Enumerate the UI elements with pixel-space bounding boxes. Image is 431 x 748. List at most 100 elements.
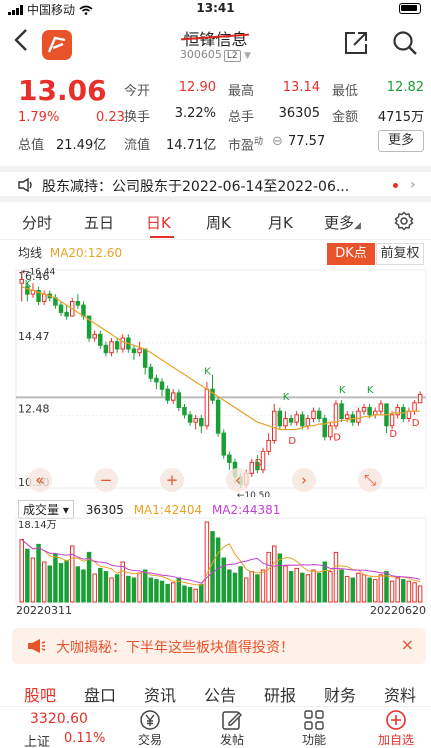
candle-body bbox=[221, 432, 226, 456]
tab-five-day[interactable]: 五日 bbox=[84, 212, 114, 233]
volume-bar bbox=[300, 572, 305, 603]
volume-bar bbox=[344, 575, 350, 603]
edit-icon bbox=[222, 711, 242, 730]
volume-bar bbox=[294, 567, 299, 603]
share-button[interactable] bbox=[343, 30, 369, 60]
candle-body bbox=[142, 348, 148, 368]
candle-body bbox=[361, 407, 367, 412]
candle-body bbox=[389, 414, 395, 427]
volume-bar bbox=[81, 569, 86, 603]
volume-max-label: 18.14万 bbox=[18, 520, 57, 531]
next-icon: › bbox=[301, 471, 307, 489]
search-button[interactable] bbox=[392, 30, 418, 60]
volume-bar bbox=[109, 577, 114, 603]
candle-body bbox=[131, 348, 137, 354]
volume-bar bbox=[283, 565, 288, 603]
volume-bar bbox=[98, 567, 103, 603]
tab-more-label: 更多 bbox=[324, 214, 355, 232]
candle-body bbox=[92, 333, 97, 339]
volume-bar bbox=[193, 588, 198, 603]
nav-post[interactable]: 发帖 bbox=[202, 707, 262, 748]
volume-bar bbox=[64, 559, 69, 603]
volume-chart[interactable]: 18.14万 bbox=[0, 516, 431, 604]
amount-label: 金额 bbox=[332, 110, 359, 125]
ma20-value: MA20:12.60 bbox=[49, 246, 123, 260]
tab-profile[interactable]: 资料 bbox=[384, 682, 416, 706]
volume-bar bbox=[367, 577, 372, 603]
volume-bar bbox=[238, 566, 243, 603]
candle-body bbox=[277, 410, 283, 427]
volume-bar bbox=[41, 561, 47, 603]
high-label: 最高 bbox=[228, 84, 255, 99]
nav-add-watchlist[interactable]: 加自选 bbox=[366, 707, 426, 748]
volume-bar bbox=[187, 587, 193, 603]
clock: 13:41 bbox=[196, 1, 235, 15]
volume-bar bbox=[154, 579, 159, 603]
tab-finance[interactable]: 财务 bbox=[324, 682, 356, 706]
nav-functions[interactable]: 功能 bbox=[284, 707, 344, 748]
volume-bar bbox=[322, 561, 327, 603]
tab-daily-k[interactable]: 日K bbox=[146, 212, 171, 233]
share-icon bbox=[345, 32, 367, 54]
stock-code-text: 300605 bbox=[179, 48, 222, 61]
volume-bar bbox=[333, 551, 339, 603]
candle-body bbox=[344, 414, 350, 420]
nav-trade[interactable]: 交易 bbox=[120, 707, 180, 748]
tab-more[interactable]: 更多◢ bbox=[324, 212, 361, 233]
candle-body bbox=[417, 393, 423, 404]
pe-label: 市盈动 bbox=[228, 134, 263, 153]
tab-order-book[interactable]: 盘口 bbox=[84, 682, 116, 706]
volume-bar bbox=[182, 585, 187, 603]
tab-announcements[interactable]: 公告 bbox=[204, 682, 236, 706]
volume-bar bbox=[204, 521, 210, 603]
more-button[interactable]: 更多 bbox=[378, 130, 424, 152]
volume-bar bbox=[53, 553, 58, 603]
candle-body bbox=[215, 399, 221, 434]
notice-bar[interactable]: 股东减持：公司股东于2022-06-14至2022-06... › bbox=[0, 166, 431, 202]
divider bbox=[0, 239, 431, 240]
tab-news[interactable]: 资讯 bbox=[144, 682, 176, 706]
l2-badge: L2 bbox=[223, 50, 241, 62]
kline-chart[interactable]: 16.4614.4712.4810.50←16.44←10.50KKKKKDDD… bbox=[0, 262, 431, 497]
change-amount: 0.23 bbox=[96, 110, 125, 125]
low-label: 最低 bbox=[332, 84, 359, 99]
candle-body bbox=[412, 402, 417, 412]
volume-bar bbox=[148, 577, 154, 603]
unread-dot bbox=[393, 183, 398, 188]
volume-bar bbox=[227, 569, 232, 603]
candle-body bbox=[148, 366, 154, 379]
d-marker: D bbox=[389, 429, 397, 440]
candle-body bbox=[187, 414, 193, 423]
total-cap-value: 21.49亿 bbox=[56, 138, 107, 153]
candle-body bbox=[75, 300, 81, 306]
volume-bar bbox=[25, 548, 30, 603]
current-price: 13.06 bbox=[18, 74, 107, 107]
promo-banner[interactable]: 大咖揭秘：下半年这些板块值得投资！ × bbox=[12, 628, 426, 664]
k-marker: K bbox=[367, 385, 374, 396]
float-cap-label: 流值 bbox=[124, 138, 151, 153]
close-icon[interactable]: × bbox=[401, 635, 414, 654]
info-icon[interactable]: ⊖ bbox=[272, 134, 283, 149]
ma-row: 均线 MA20:12.60 bbox=[18, 244, 122, 261]
stock-name-text: 恒锋信息 bbox=[183, 26, 247, 50]
candle-body bbox=[41, 293, 47, 302]
volume-bar bbox=[142, 569, 148, 603]
tab-research[interactable]: 研报 bbox=[264, 682, 296, 706]
settings-icon[interactable] bbox=[394, 211, 414, 231]
volume-bar bbox=[311, 569, 316, 603]
volume-bar bbox=[114, 574, 120, 603]
rewind-icon: « bbox=[35, 471, 44, 489]
tab-forum[interactable]: 股吧 bbox=[24, 682, 56, 706]
candle-body bbox=[176, 392, 182, 409]
chevron-right-icon: › bbox=[410, 177, 416, 193]
tab-monthly-k[interactable]: 月K bbox=[268, 212, 293, 233]
nav-trade-label: 交易 bbox=[137, 733, 162, 747]
volume-bar bbox=[272, 545, 277, 603]
nav-post-label: 发帖 bbox=[219, 733, 244, 747]
candle-body bbox=[81, 304, 86, 317]
tab-weekly-k[interactable]: 周K bbox=[206, 212, 231, 233]
stock-header: 恒锋信息 300605 L2 ▼ bbox=[0, 22, 431, 68]
start-date: 20220311 bbox=[16, 604, 72, 617]
tab-intraday[interactable]: 分时 bbox=[22, 212, 52, 233]
candle-body bbox=[266, 439, 271, 452]
